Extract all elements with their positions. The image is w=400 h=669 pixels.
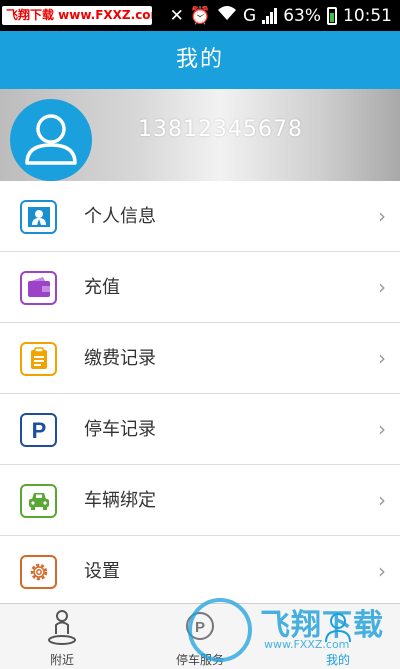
nav-tab-mine[interactable]: 我的 bbox=[296, 604, 380, 669]
network-type: G bbox=[243, 5, 257, 26]
menu-item-personal-info[interactable]: 个人信息 › bbox=[0, 181, 400, 252]
gear-icon bbox=[20, 555, 57, 589]
wifi-icon bbox=[217, 5, 237, 26]
menu-item-label: 缴费记录 bbox=[84, 348, 156, 369]
nav-label: 我的 bbox=[325, 653, 350, 667]
clipboard-icon bbox=[20, 342, 57, 376]
menu-item-settings[interactable]: 设置 › bbox=[0, 536, 400, 607]
id-card-icon bbox=[20, 200, 57, 234]
title-bar: 我的 bbox=[0, 31, 400, 89]
chevron-right-icon: › bbox=[378, 204, 386, 228]
battery-icon bbox=[327, 6, 337, 25]
chevron-right-icon: › bbox=[378, 488, 386, 512]
chevron-right-icon: › bbox=[378, 559, 386, 583]
menu-item-label: 个人信息 bbox=[84, 206, 156, 227]
menu-item-label: 充值 bbox=[84, 277, 120, 298]
clock: 10:51 bbox=[343, 5, 392, 26]
menu-item-label: 设置 bbox=[84, 561, 120, 582]
menu-item-vehicle-binding[interactable]: 车辆绑定 › bbox=[0, 465, 400, 536]
user-icon bbox=[325, 613, 351, 643]
chevron-right-icon: › bbox=[378, 275, 386, 299]
menu-item-label: 停车记录 bbox=[84, 419, 156, 440]
svg-text:P: P bbox=[195, 619, 205, 636]
menu-item-recharge[interactable]: 充值 › bbox=[0, 252, 400, 323]
parking-icon: P bbox=[20, 413, 57, 447]
status-bar: 飞翔下载 www.FXXZ.com ✕ ⏰ G 63% 10:51 bbox=[0, 0, 400, 31]
nav-tab-parking-service[interactable]: P 停车服务 bbox=[158, 604, 242, 669]
menu-item-payment-records[interactable]: 缴费记录 › bbox=[0, 323, 400, 394]
status-watermark: 飞翔下载 www.FXXZ.com bbox=[2, 6, 152, 25]
menu-item-label: 车辆绑定 bbox=[84, 490, 156, 511]
chevron-right-icon: › bbox=[378, 346, 386, 370]
signal-icon bbox=[262, 7, 278, 24]
nav-label: 附近 bbox=[49, 653, 74, 667]
profile-header[interactable]: 13812345678 bbox=[0, 89, 400, 181]
bottom-nav: 附近 P 停车服务 我的 bbox=[0, 603, 400, 669]
parking-service-icon: P bbox=[186, 612, 214, 640]
wallet-icon bbox=[20, 271, 57, 305]
nav-tab-nearby[interactable]: 附近 bbox=[20, 604, 104, 669]
status-icons: ✕ ⏰ G 63% 10:51 bbox=[170, 0, 392, 31]
phone-number: 13812345678 bbox=[138, 117, 303, 142]
alarm-icon: ⏰ bbox=[189, 5, 212, 26]
page-title: 我的 bbox=[175, 47, 224, 72]
svg-text:P: P bbox=[31, 418, 46, 442]
menu-item-parking-records[interactable]: P 停车记录 › bbox=[0, 394, 400, 465]
location-person-icon bbox=[48, 610, 76, 645]
user-avatar-icon[interactable] bbox=[10, 99, 92, 181]
chevron-right-icon: › bbox=[378, 417, 386, 441]
battery-percent: 63% bbox=[283, 5, 321, 26]
nav-label: 停车服务 bbox=[175, 653, 224, 667]
car-icon bbox=[20, 484, 57, 518]
mute-icon: ✕ bbox=[169, 5, 184, 26]
menu-list: 个人信息 › 充值 › 缴费记录 › P 停车记录 › 车辆绑定 › 设置 › bbox=[0, 181, 400, 607]
